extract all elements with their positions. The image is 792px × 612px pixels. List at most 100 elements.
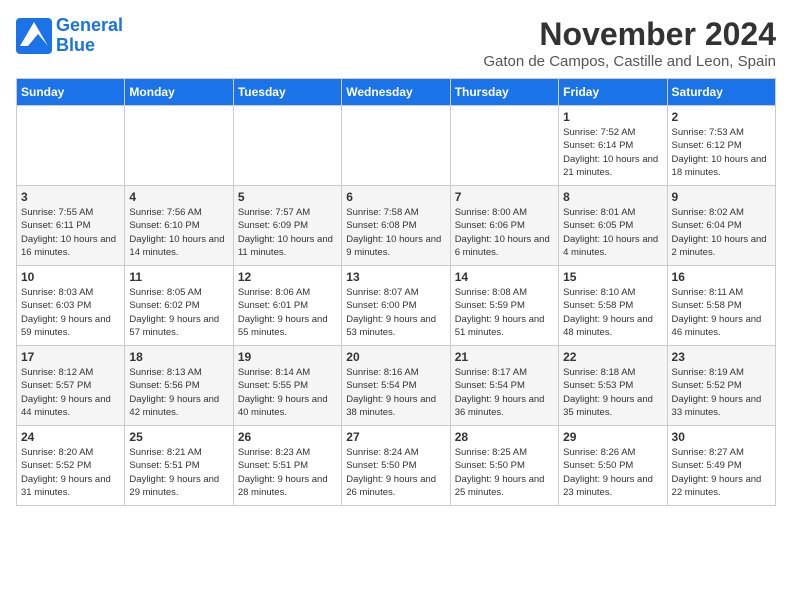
day-number: 29 — [563, 430, 662, 444]
day-info: Sunrise: 8:19 AM Sunset: 5:52 PM Dayligh… — [672, 366, 771, 419]
day-info: Sunrise: 8:11 AM Sunset: 5:58 PM Dayligh… — [672, 286, 771, 339]
calendar-cell: 7 Sunrise: 8:00 AM Sunset: 6:06 PM Daylig… — [450, 186, 558, 266]
day-number: 20 — [346, 350, 445, 364]
calendar-cell: 25Sunrise: 8:21 AM Sunset: 5:51 PM Dayli… — [125, 426, 233, 506]
logo: General Blue — [16, 16, 123, 56]
day-number: 13 — [346, 270, 445, 284]
day-info: Sunrise: 8:23 AM Sunset: 5:51 PM Dayligh… — [238, 446, 337, 499]
calendar-cell: 26 Sunrise: 8:23 AM Sunset: 5:51 PM Dayli… — [233, 426, 341, 506]
calendar-cell: 12 Sunrise: 8:06 AM Sunset: 6:01 PM Dayli… — [233, 266, 341, 346]
calendar-header-tuesday: Tuesday — [233, 79, 341, 106]
calendar-header-monday: Monday — [125, 79, 233, 106]
day-info: Sunrise: 8:18 AM Sunset: 5:53 PM Dayligh… — [563, 366, 662, 419]
day-number: 24 — [21, 430, 120, 444]
calendar-cell: 22 Sunrise: 8:18 AM Sunset: 5:53 PM Dayli… — [559, 346, 667, 426]
calendar-cell: 17 Sunrise: 8:12 AM Sunset: 5:57 PM Dayli… — [17, 346, 125, 426]
day-info: Sunrise: 8:12 AM Sunset: 5:57 PM Dayligh… — [21, 366, 120, 419]
calendar-header-wednesday: Wednesday — [342, 79, 450, 106]
day-number: 15 — [563, 270, 662, 284]
calendar-cell: 23 Sunrise: 8:19 AM Sunset: 5:52 PM Dayli… — [667, 346, 775, 426]
calendar-cell: 19 Sunrise: 8:14 AM Sunset: 5:55 PM Dayli… — [233, 346, 341, 426]
day-info: Sunrise: 7:53 AM Sunset: 6:12 PM Dayligh… — [672, 126, 771, 179]
day-number: 12 — [238, 270, 337, 284]
calendar-week-row: 10 Sunrise: 8:03 AM Sunset: 6:03 PM Dayli… — [17, 266, 776, 346]
calendar-week-row: 1Sunrise: 7:52 AM Sunset: 6:14 PM Daylig… — [17, 106, 776, 186]
calendar-cell: 21Sunrise: 8:17 AM Sunset: 5:54 PM Dayli… — [450, 346, 558, 426]
day-number: 7 — [455, 190, 554, 204]
logo-general: General — [56, 15, 123, 35]
calendar-cell: 6Sunrise: 7:58 AM Sunset: 6:08 PM Daylig… — [342, 186, 450, 266]
day-number: 4 — [129, 190, 228, 204]
calendar-cell: 18 Sunrise: 8:13 AM Sunset: 5:56 PM Dayli… — [125, 346, 233, 426]
calendar-cell: 2 Sunrise: 7:53 AM Sunset: 6:12 PM Daylig… — [667, 106, 775, 186]
calendar-cell: 16 Sunrise: 8:11 AM Sunset: 5:58 PM Dayli… — [667, 266, 775, 346]
day-info: Sunrise: 8:10 AM Sunset: 5:58 PM Dayligh… — [563, 286, 662, 339]
calendar-cell: 24 Sunrise: 8:20 AM Sunset: 5:52 PM Dayli… — [17, 426, 125, 506]
calendar-cell: 14 Sunrise: 8:08 AM Sunset: 5:59 PM Dayli… — [450, 266, 558, 346]
calendar-cell: 30 Sunrise: 8:27 AM Sunset: 5:49 PM Dayli… — [667, 426, 775, 506]
logo-blue: Blue — [56, 35, 95, 55]
day-number: 26 — [238, 430, 337, 444]
calendar-cell: 29Sunrise: 8:26 AM Sunset: 5:50 PM Dayli… — [559, 426, 667, 506]
day-info: Sunrise: 8:13 AM Sunset: 5:56 PM Dayligh… — [129, 366, 228, 419]
day-number: 8 — [563, 190, 662, 204]
calendar-header-row: SundayMondayTuesdayWednesdayThursdayFrid… — [17, 79, 776, 106]
title-area: November 2024 Gaton de Campos, Castille … — [483, 16, 776, 70]
day-info: Sunrise: 8:08 AM Sunset: 5:59 PM Dayligh… — [455, 286, 554, 339]
day-info: Sunrise: 7:56 AM Sunset: 6:10 PM Dayligh… — [129, 206, 228, 259]
day-number: 10 — [21, 270, 120, 284]
day-info: Sunrise: 7:58 AM Sunset: 6:08 PM Dayligh… — [346, 206, 445, 259]
calendar-cell — [17, 106, 125, 186]
day-number: 23 — [672, 350, 771, 364]
day-info: Sunrise: 8:01 AM Sunset: 6:05 PM Dayligh… — [563, 206, 662, 259]
calendar-table: SundayMondayTuesdayWednesdayThursdayFrid… — [16, 78, 776, 506]
header: General Blue November 2024 Gaton de Camp… — [16, 16, 776, 70]
calendar-cell: 28 Sunrise: 8:25 AM Sunset: 5:50 PM Dayli… — [450, 426, 558, 506]
calendar-header-saturday: Saturday — [667, 79, 775, 106]
month-title: November 2024 — [483, 16, 776, 53]
day-number: 11 — [129, 270, 228, 284]
day-info: Sunrise: 7:55 AM Sunset: 6:11 PM Dayligh… — [21, 206, 120, 259]
day-number: 2 — [672, 110, 771, 124]
day-info: Sunrise: 7:57 AM Sunset: 6:09 PM Dayligh… — [238, 206, 337, 259]
calendar-cell: 4 Sunrise: 7:56 AM Sunset: 6:10 PM Daylig… — [125, 186, 233, 266]
day-info: Sunrise: 8:25 AM Sunset: 5:50 PM Dayligh… — [455, 446, 554, 499]
calendar-header-thursday: Thursday — [450, 79, 558, 106]
day-number: 14 — [455, 270, 554, 284]
calendar-cell: 10 Sunrise: 8:03 AM Sunset: 6:03 PM Dayli… — [17, 266, 125, 346]
calendar-week-row: 17 Sunrise: 8:12 AM Sunset: 5:57 PM Dayli… — [17, 346, 776, 426]
day-number: 9 — [672, 190, 771, 204]
day-info: Sunrise: 8:06 AM Sunset: 6:01 PM Dayligh… — [238, 286, 337, 339]
day-number: 16 — [672, 270, 771, 284]
day-number: 3 — [21, 190, 120, 204]
day-number: 17 — [21, 350, 120, 364]
day-info: Sunrise: 8:14 AM Sunset: 5:55 PM Dayligh… — [238, 366, 337, 419]
day-info: Sunrise: 8:16 AM Sunset: 5:54 PM Dayligh… — [346, 366, 445, 419]
calendar-cell — [342, 106, 450, 186]
day-number: 28 — [455, 430, 554, 444]
logo-icon — [16, 18, 52, 54]
day-number: 30 — [672, 430, 771, 444]
calendar-cell — [450, 106, 558, 186]
day-info: Sunrise: 8:00 AM Sunset: 6:06 PM Dayligh… — [455, 206, 554, 259]
calendar-cell: 8 Sunrise: 8:01 AM Sunset: 6:05 PM Daylig… — [559, 186, 667, 266]
day-info: Sunrise: 8:21 AM Sunset: 5:51 PM Dayligh… — [129, 446, 228, 499]
day-info: Sunrise: 8:20 AM Sunset: 5:52 PM Dayligh… — [21, 446, 120, 499]
day-number: 22 — [563, 350, 662, 364]
calendar-cell: 13Sunrise: 8:07 AM Sunset: 6:00 PM Dayli… — [342, 266, 450, 346]
day-info: Sunrise: 8:05 AM Sunset: 6:02 PM Dayligh… — [129, 286, 228, 339]
day-number: 19 — [238, 350, 337, 364]
day-number: 5 — [238, 190, 337, 204]
calendar-cell: 5 Sunrise: 7:57 AM Sunset: 6:09 PM Daylig… — [233, 186, 341, 266]
day-info: Sunrise: 8:03 AM Sunset: 6:03 PM Dayligh… — [21, 286, 120, 339]
day-info: Sunrise: 7:52 AM Sunset: 6:14 PM Dayligh… — [563, 126, 662, 179]
calendar-cell: 15 Sunrise: 8:10 AM Sunset: 5:58 PM Dayli… — [559, 266, 667, 346]
calendar-cell: 11 Sunrise: 8:05 AM Sunset: 6:02 PM Dayli… — [125, 266, 233, 346]
day-info: Sunrise: 8:27 AM Sunset: 5:49 PM Dayligh… — [672, 446, 771, 499]
day-number: 18 — [129, 350, 228, 364]
calendar-cell: 9Sunrise: 8:02 AM Sunset: 6:04 PM Daylig… — [667, 186, 775, 266]
calendar-week-row: 3 Sunrise: 7:55 AM Sunset: 6:11 PM Daylig… — [17, 186, 776, 266]
calendar-header-friday: Friday — [559, 79, 667, 106]
calendar-header-sunday: Sunday — [17, 79, 125, 106]
logo-text: General Blue — [56, 16, 123, 56]
